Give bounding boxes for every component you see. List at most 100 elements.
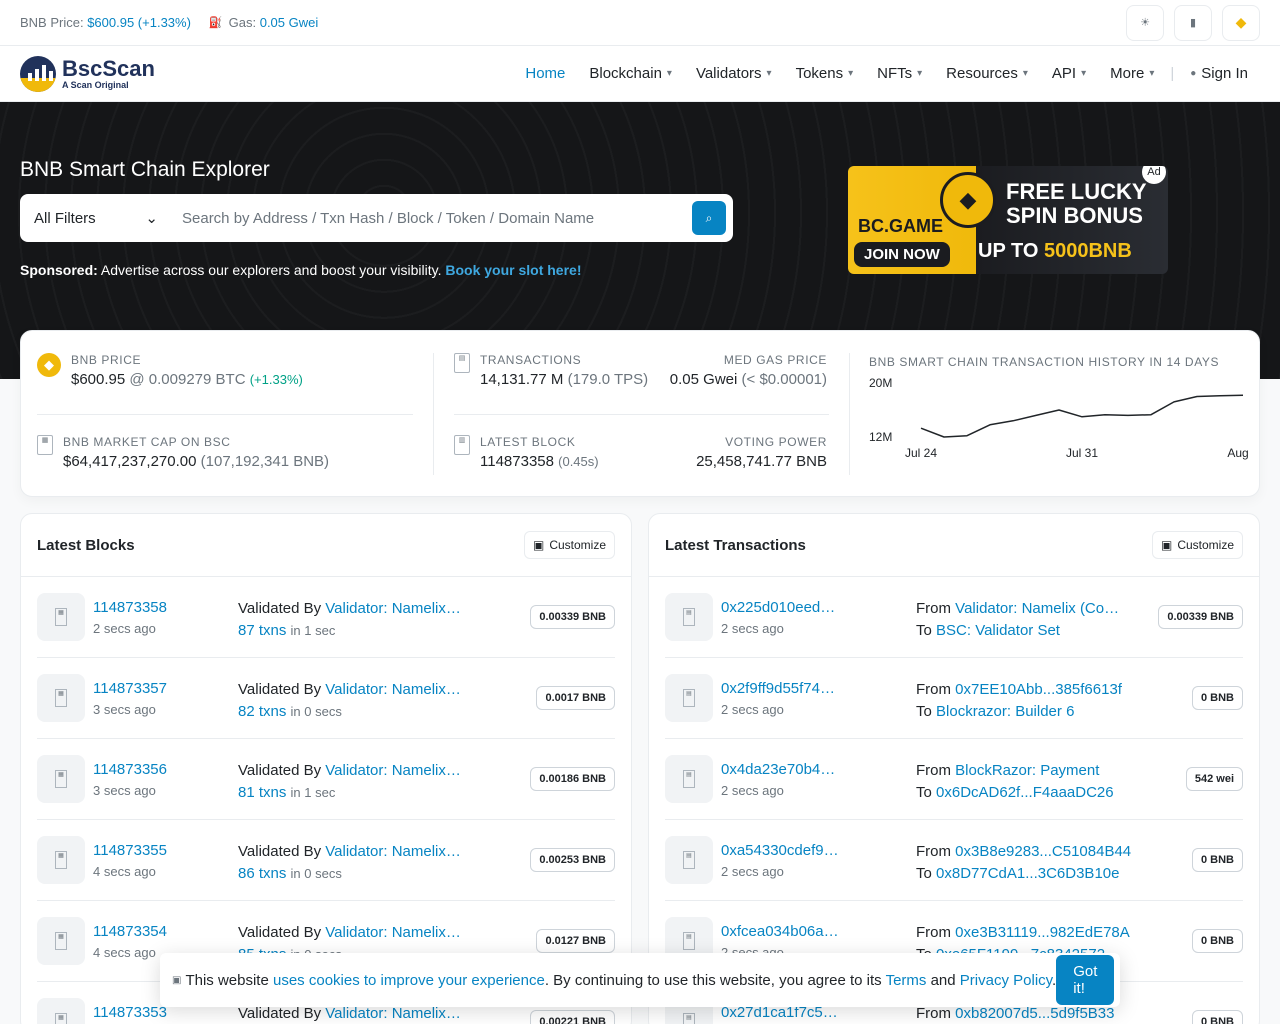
chevron-down-icon: ▾ [1149, 68, 1155, 79]
transaction-row: ▤ 0xa54330cdef9… 2 secs ago From 0x3B8e9283… [665, 820, 1243, 901]
to-address-link[interactable]: Blockrazor: Builder 6 [936, 703, 1074, 720]
block-icon: ▦ [37, 593, 85, 641]
bnb-price-value[interactable]: $600.95 [71, 371, 125, 388]
cookie-policy-link[interactable]: uses cookies to improve your experience [273, 972, 545, 989]
voting-power-stat: VOTING POWER 25,458,741.77 BNB [696, 435, 827, 470]
block-number-link[interactable]: 114873354 [93, 922, 167, 942]
tx-value-badge: 0 BNB [1191, 929, 1243, 953]
from-address-link[interactable]: 0x7EE10Abb...385f6613f [955, 681, 1122, 698]
ad-banner[interactable]: ◆ BC.GAME JOIN NOW FREE LUCKY SPIN BONUS… [848, 166, 1168, 274]
block-number-link[interactable]: 114873358 [93, 598, 167, 618]
block-icon: ▦ [37, 755, 85, 803]
tx-hash-link[interactable]: 0xa54330cdef9… [721, 841, 839, 861]
tx-value-badge: 0 BNB [1191, 1010, 1243, 1024]
tx-value-badge: 0 BNB [1191, 848, 1243, 872]
transaction-icon: ▤ [665, 674, 713, 722]
book-slot-link[interactable]: Book your slot here! [445, 262, 581, 278]
transaction-row: ▤ 0x225d010eed… 2 secs ago From Validator: … [665, 577, 1243, 658]
bscscan-logo[interactable]: BscScan A Scan Original [20, 55, 155, 92]
tx-hash-link[interactable]: 0x4da23e70b4… [721, 760, 835, 780]
validator-link[interactable]: Validator: Namelix… [325, 1005, 461, 1022]
nav-item-api[interactable]: API ▾ [1040, 65, 1098, 82]
chevron-down-icon: ▾ [766, 68, 772, 79]
search-input[interactable] [172, 209, 692, 227]
tx-value-badge: 0 BNB [1191, 686, 1243, 710]
to-address-link[interactable]: 0x6DcAD62f...F4aaaDC26 [936, 784, 1114, 801]
nav-item-nfts[interactable]: NFTs ▾ [865, 65, 934, 82]
privacy-policy-link[interactable]: Privacy Policy [960, 972, 1052, 989]
validator-link[interactable]: Validator: Namelix… [325, 762, 461, 779]
validator-link[interactable]: Validator: Namelix… [325, 681, 461, 698]
nav-item-blockchain[interactable]: Blockchain ▾ [577, 65, 684, 82]
theme-toggle-icon[interactable]: ☀ [1126, 4, 1164, 41]
filter-select[interactable]: All Filters ⌄ [34, 209, 172, 228]
validator-link[interactable]: Validator: Namelix… [325, 843, 461, 860]
block-txns-link[interactable]: 87 txns [238, 622, 286, 639]
from-address-link[interactable]: BlockRazor: Payment [955, 762, 1099, 779]
server-icon: ▤ [454, 353, 470, 373]
block-txns-link[interactable]: 81 txns [238, 784, 286, 801]
transaction-icon: ▤ [665, 755, 713, 803]
ad-join-button[interactable]: JOIN NOW [854, 242, 950, 267]
terms-link[interactable]: Terms [886, 972, 927, 989]
y-tick-label: 20M [869, 376, 892, 390]
bnb-chain-switcher-icon[interactable]: ◆ [1222, 4, 1260, 41]
network-icon[interactable]: ▮ [1174, 4, 1212, 41]
block-icon: ▦ [37, 836, 85, 884]
from-address-link[interactable]: 0xb82007d5...5d9f5B33 [955, 1005, 1114, 1022]
gas-value-link[interactable]: 0.05 Gwei [260, 15, 319, 30]
block-age: 3 secs ago [93, 783, 156, 798]
latest-blocks-panel: Latest Blocks ▣ Customize ▦ 114873358 2 sec… [20, 513, 632, 1024]
nav-item-tokens[interactable]: Tokens ▾ [784, 65, 866, 82]
nav-item-home[interactable]: Home [513, 65, 577, 82]
chevron-down-icon: ▾ [848, 68, 854, 79]
from-label: From [916, 681, 951, 698]
nav-item-validators[interactable]: Validators ▾ [684, 65, 784, 82]
nav-divider: | [1170, 65, 1175, 82]
bnb-price-link[interactable]: $600.95 (+1.33%) [87, 15, 191, 30]
block-number-link[interactable]: 114873353 [93, 1003, 167, 1023]
block-number-link[interactable]: 114873355 [93, 841, 167, 861]
from-address-link[interactable]: 0x3B8e9283...C51084B44 [955, 843, 1131, 860]
gas-pump-icon: ⛽ [208, 17, 223, 29]
customize-transactions-button[interactable]: ▣ Customize [1151, 531, 1243, 559]
validated-by-label: Validated By [238, 681, 322, 698]
block-reward-badge: 0.0127 BNB [536, 929, 615, 953]
nav-item-more[interactable]: More ▾ [1098, 65, 1166, 82]
block-txns-link[interactable]: 82 txns [238, 703, 286, 720]
latest-block-stat: ▥ LATEST BLOCK 114873358 (0.45s) [454, 435, 599, 470]
block-row: ▦ 114873356 3 secs ago Validated By Validat… [37, 739, 615, 820]
voting-power-value[interactable]: 25,458,741.77 BNB [696, 453, 827, 470]
block-icon: ▦ [37, 674, 85, 722]
tx-history-chart[interactable]: BNB SMART CHAIN TRANSACTION HISTORY IN 1… [869, 355, 1259, 485]
validator-link[interactable]: Validator: Namelix… [325, 600, 461, 617]
tx-hash-link[interactable]: 0x2f9ff9d55f74… [721, 679, 835, 699]
search-button[interactable]: ⌕ [692, 201, 726, 235]
to-address-link[interactable]: 0x8D77CdA1...3C6D3B10e [936, 865, 1119, 882]
bnb-coin-icon: ◆ [940, 172, 996, 228]
nav-item-resources[interactable]: Resources ▾ [934, 65, 1040, 82]
block-number-link[interactable]: 114873356 [93, 760, 167, 780]
block-number-link[interactable]: 114873357 [93, 679, 167, 699]
latest-block-value[interactable]: 114873358 [480, 453, 554, 470]
block-txns-link[interactable]: 86 txns [238, 865, 286, 882]
customize-blocks-button[interactable]: ▣ Customize [523, 531, 615, 559]
to-label: To [916, 622, 932, 639]
to-address-link[interactable]: BSC: Validator Set [936, 622, 1060, 639]
gas-price-stat: MED GAS PRICE 0.05 Gwei (< $0.00001) [669, 353, 827, 388]
gas-price-value[interactable]: 0.05 Gwei [670, 371, 738, 388]
from-address-link[interactable]: Validator: Namelix (Co… [955, 600, 1119, 617]
tx-hash-link[interactable]: 0xfcea034b06a… [721, 922, 839, 942]
block-row: ▦ 114873355 4 secs ago Validated By Validat… [37, 820, 615, 901]
chevron-down-icon: ▾ [917, 68, 923, 79]
tx-hash-link[interactable]: 0x225d010eed… [721, 598, 835, 618]
sign-in-link[interactable]: ● Sign In [1178, 65, 1260, 82]
block-reward-badge: 0.00339 BNB [530, 605, 615, 629]
validator-link[interactable]: Validator: Namelix… [325, 924, 461, 941]
accept-cookies-button[interactable]: Got it! [1056, 955, 1115, 1005]
from-label: From [916, 924, 951, 941]
transactions-value[interactable]: 14,131.77 M [480, 371, 563, 388]
block-time: in 1 sec [290, 623, 336, 638]
from-address-link[interactable]: 0xe3B31119...982EdE78A [955, 924, 1130, 941]
logo-mark-icon [20, 55, 56, 92]
